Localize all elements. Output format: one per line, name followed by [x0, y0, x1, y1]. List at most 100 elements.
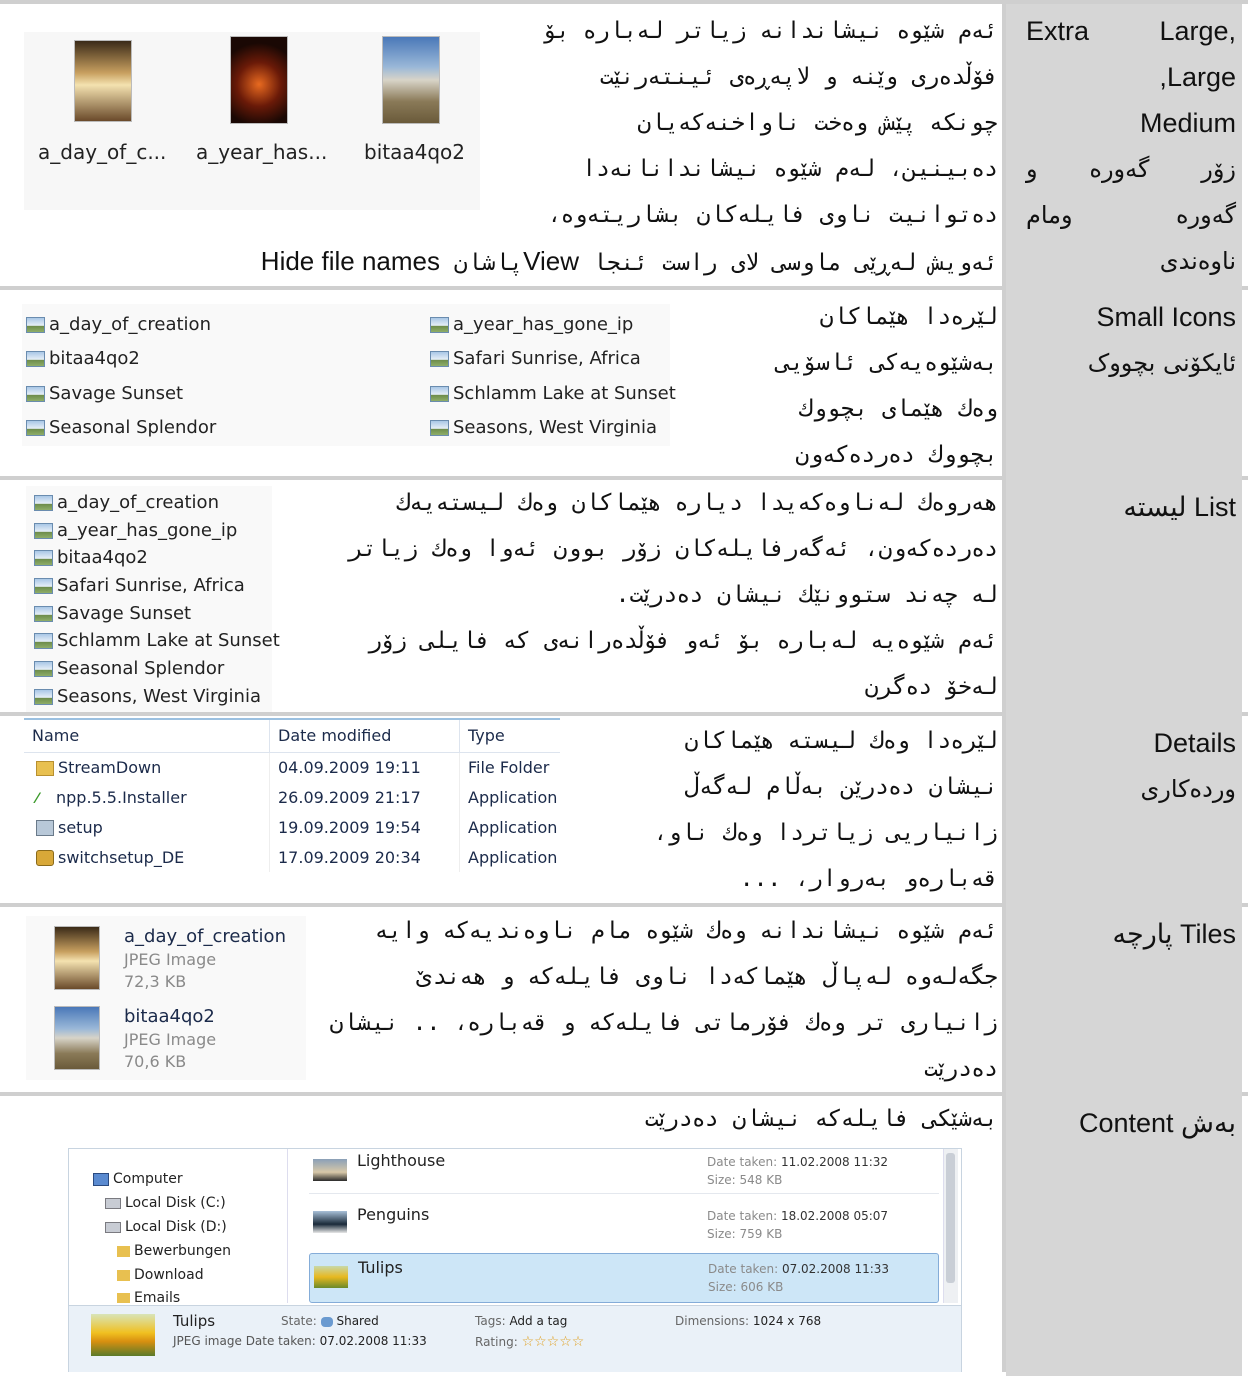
- table-row[interactable]: ⁄ npp.5.5.Installer 26.09.2009 21:17 Appl…: [24, 782, 560, 812]
- image-file-icon: [34, 495, 53, 511]
- table-row[interactable]: switchsetup_DE 17.09.2009 20:34 Applicat…: [24, 842, 560, 872]
- desc-line: دەبینین، لەم شێوە نیشاندانانەدا: [582, 156, 998, 182]
- tile-name: bitaa4qo2: [124, 1006, 215, 1027]
- content-item-selected[interactable]: Tulips Date taken: 07.02.2008 11:33 Size…: [309, 1253, 939, 1303]
- tiles-view-screenshot: a_day_of_creation JPEG Image 72,3 KB bit…: [26, 916, 306, 1080]
- thumbnail-image[interactable]: [382, 36, 440, 124]
- list-item[interactable]: a_year_has_gone_ip: [430, 314, 633, 335]
- desc-line: ئەم شێوە نیشاندانە وەك شێوە مام ناوەندیە…: [375, 918, 998, 944]
- image-file-icon: [34, 578, 53, 594]
- row-label-tiles: Tiles پارچە: [1006, 907, 1242, 1096]
- folder-icon: [117, 1269, 130, 1281]
- row-description: هەروەك لەناوەکەیدا دیارە هێماکان وەك لیس…: [290, 480, 998, 710]
- list-item[interactable]: Savage Sunset: [26, 383, 183, 404]
- list-item[interactable]: a_day_of_creation: [34, 492, 219, 513]
- desc-line: فۆڵدەری وێنە و لاپەڕەی ئینتەرنێت: [599, 64, 998, 90]
- desc-line: لێرەدا هێماکان: [819, 304, 998, 330]
- desc-line: نیشان دەدرێن بەڵام لەگەڵ: [683, 774, 998, 800]
- thumbnail-caption: a_year_has...: [196, 140, 328, 164]
- label-line: List لیستە: [1123, 492, 1236, 522]
- shared-icon: [320, 1316, 333, 1327]
- thumbnail-image[interactable]: [54, 1006, 100, 1070]
- scrollbar[interactable]: [943, 1149, 958, 1303]
- label-line: Extra Large,: [1026, 16, 1236, 46]
- detail-name: Tulips: [173, 1312, 216, 1330]
- row-description: لێرەدا هێماکان بەشێوەیەکی ئاسۆیی وەك هێم…: [690, 294, 998, 478]
- row-label-details: Details وردەکاری: [1006, 716, 1242, 907]
- rating-field[interactable]: Rating: ☆☆☆☆☆: [475, 1334, 584, 1350]
- list-item[interactable]: Seasons, West Virginia: [430, 417, 657, 438]
- list-item[interactable]: Seasonal Splendor: [26, 417, 216, 438]
- folder-icon: [117, 1245, 130, 1257]
- desc-text: ئەویش لەڕێی ماوسی لای راست ئنجا: [592, 250, 998, 276]
- table-row[interactable]: setup 19.09.2009 19:54 Application: [24, 812, 560, 842]
- list-item[interactable]: Savage Sunset: [34, 603, 191, 624]
- image-file-icon: [34, 523, 53, 539]
- desc-line: جگەلەوە لەپاڵ هێماکەدا ناوی فایلەکە و هە…: [414, 964, 998, 990]
- row-description: بەشێکی فایلەکە نیشان دەدرێت: [644, 1106, 998, 1132]
- table-row[interactable]: StreamDown 04.09.2009 19:11 File Folder: [24, 752, 560, 782]
- thumbnail-image[interactable]: [230, 36, 288, 124]
- list-item[interactable]: a_year_has_gone_ip: [34, 520, 237, 541]
- list-item[interactable]: bitaa4qo2: [26, 348, 140, 369]
- desc-line: لێرەدا وەك لیستە هێماکان: [684, 728, 998, 754]
- label-line: Large,: [1159, 62, 1236, 92]
- thumbnail-image: [313, 1159, 347, 1181]
- tree-item-folder[interactable]: Download: [117, 1267, 204, 1283]
- image-file-icon: [34, 689, 53, 705]
- column-header-name[interactable]: Name: [24, 720, 270, 752]
- hide-names-line: ئەویش لەڕێی ماوسی لای راست ئنجا Viewپاشا…: [120, 238, 998, 286]
- label-line: زۆر گەورە و: [1026, 155, 1236, 183]
- image-file-icon: [34, 606, 53, 622]
- tags-field[interactable]: Tags: Add a tag: [475, 1314, 567, 1328]
- list-item[interactable]: Seasonal Splendor: [34, 658, 224, 679]
- label-line: گەورە ومام: [1026, 201, 1236, 229]
- package-icon: [36, 850, 54, 866]
- desc-line: لە چەند ستوونێك نیشان دەدرێت.: [615, 582, 998, 608]
- rating-stars-icon[interactable]: ☆☆☆☆☆: [522, 1334, 585, 1350]
- tile-size: 70,6 KB: [124, 1052, 187, 1071]
- content-view-screenshot: Computer Local Disk (C:) Local Disk (D:)…: [68, 1148, 962, 1372]
- content-item[interactable]: Penguins Date taken: 18.02.2008 05:07 Si…: [309, 1201, 939, 1245]
- tree-item-folder[interactable]: Bewerbungen: [117, 1243, 231, 1259]
- tile-size: 72,3 KB: [124, 972, 187, 991]
- desc-text: پاشان: [453, 250, 524, 276]
- tree-item-computer[interactable]: Computer: [93, 1171, 183, 1187]
- thumbnail-image[interactable]: [74, 40, 132, 122]
- thumbnail-image[interactable]: [54, 926, 100, 990]
- image-file-icon: [34, 550, 53, 566]
- column-header-date[interactable]: Date modified: [269, 720, 460, 752]
- scrollbar-thumb[interactable]: [946, 1153, 955, 1283]
- thumbnail-image: [91, 1314, 155, 1356]
- label-line: Small Icons: [1096, 302, 1236, 332]
- desc-line: دەردەکەون، ئەگەرفایلەکان زۆر بوون ئەوا و…: [349, 536, 998, 562]
- list-item[interactable]: Schlamm Lake at Sunset: [34, 630, 280, 651]
- list-item[interactable]: bitaa4qo2: [34, 547, 148, 568]
- large-icons-screenshot: a_day_of_c... a_year_has... bitaa4qo2: [24, 32, 480, 210]
- thumbnail-caption: a_day_of_c...: [38, 140, 167, 164]
- row-description: لێرەدا وەك لیستە هێماکان نیشان دەدرێن بە…: [570, 718, 998, 902]
- image-file-icon: [26, 420, 45, 436]
- desc-line: هەروەك لەناوەکەیدا دیارە هێماکان وەك لیس…: [396, 490, 998, 516]
- tile-type: JPEG Image: [124, 1030, 217, 1049]
- tree-item-folder[interactable]: Emails: [117, 1290, 180, 1303]
- folder-icon: [36, 760, 54, 776]
- tree-item-disk-c[interactable]: Local Disk (C:): [105, 1195, 226, 1211]
- desc-line: بچووك دەردەکەون: [795, 442, 998, 468]
- label-line: بەش Content: [1078, 1108, 1236, 1138]
- list-item[interactable]: Safari Sunrise, Africa: [34, 575, 245, 596]
- desc-line: دەتوانیت ناوی فایلەکان بشاریتەوە،: [547, 202, 998, 228]
- list-item[interactable]: Schlamm Lake at Sunset: [430, 383, 676, 404]
- tile-name: a_day_of_creation: [124, 926, 286, 947]
- desc-line: دەدرێت: [924, 1056, 998, 1082]
- setup-icon: [36, 820, 54, 836]
- list-item[interactable]: Seasons, West Virginia: [34, 686, 261, 707]
- label-line: Tiles پارچە: [1112, 919, 1236, 949]
- list-item[interactable]: a_day_of_creation: [26, 314, 211, 335]
- image-file-icon: [430, 351, 449, 367]
- label-line: ناوەندی: [1159, 247, 1236, 275]
- tree-item-disk-d[interactable]: Local Disk (D:): [105, 1219, 227, 1235]
- column-header-type[interactable]: Type: [460, 720, 561, 752]
- list-item[interactable]: Safari Sunrise, Africa: [430, 348, 641, 369]
- content-item[interactable]: Lighthouse Date taken: 11.02.2008 11:32 …: [309, 1149, 939, 1194]
